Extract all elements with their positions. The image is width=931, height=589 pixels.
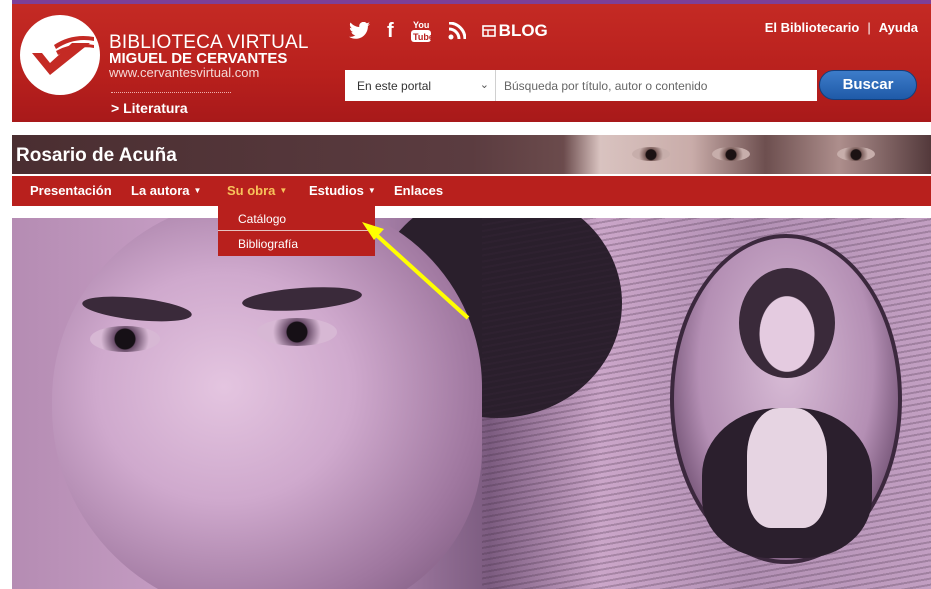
dropdown-item-catalogo[interactable]: Catálogo xyxy=(218,207,375,231)
main-nav: Presentación La autora ▼ Su obra ▼ Estud… xyxy=(12,176,931,206)
blog-label: BLOG xyxy=(498,21,548,40)
caret-down-icon: ▼ xyxy=(193,186,202,195)
blog-link[interactable]: BLOG xyxy=(481,21,548,41)
youtube-icon[interactable]: You Tube xyxy=(410,19,432,43)
brand-line2: MIGUEL DE CERVANTES xyxy=(109,50,288,67)
social-links: f You Tube BLOG xyxy=(349,18,548,44)
caret-down-icon: ▼ xyxy=(367,186,376,195)
hero-eye-left xyxy=(90,326,160,352)
nav-item-label: Estudios xyxy=(309,183,364,198)
nav-item-label: Enlaces xyxy=(394,183,444,198)
author-banner: Rosario de Acuña xyxy=(12,135,931,174)
top-links: El Bibliotecario | Ayuda xyxy=(765,20,918,35)
top-links-separator: | xyxy=(867,20,871,35)
nav-item-su-obra[interactable]: Su obra ▼ xyxy=(227,183,287,198)
twitter-icon[interactable] xyxy=(349,22,371,40)
hero-face-shape xyxy=(52,218,482,589)
svg-text:You: You xyxy=(413,20,429,30)
ayuda-link[interactable]: Ayuda xyxy=(879,20,918,35)
site-logo[interactable] xyxy=(20,15,100,95)
bibliotecario-link[interactable]: El Bibliotecario xyxy=(765,20,860,35)
caret-down-icon: ▼ xyxy=(279,186,288,195)
hero-image xyxy=(12,218,931,589)
nav-item-enlaces[interactable]: Enlaces xyxy=(394,183,443,198)
brand-text[interactable]: BIBLIOTECA VIRTUAL MIGUEL DE CERVANTES w… xyxy=(109,33,309,80)
banner-eye-right xyxy=(837,147,875,161)
portrait-head xyxy=(739,268,835,378)
hero-eye-right xyxy=(257,318,337,346)
nav-item-la-autora[interactable]: La autora ▼ xyxy=(131,183,201,198)
nav-item-label: Su obra xyxy=(227,183,276,198)
facebook-icon[interactable]: f xyxy=(387,21,394,41)
su-obra-dropdown: Catálogo Bibliografía xyxy=(218,205,375,256)
banner-eye-center xyxy=(712,147,750,161)
nav-item-presentacion[interactable]: Presentación xyxy=(30,183,112,198)
book-logo-icon xyxy=(32,36,94,75)
search-input[interactable] xyxy=(496,70,817,101)
svg-text:Tube: Tube xyxy=(413,32,432,42)
page-title: Rosario de Acuña xyxy=(16,145,177,166)
banner-eye-left xyxy=(632,147,670,161)
dropdown-item-bibliografia[interactable]: Bibliografía xyxy=(218,232,375,256)
brand-divider xyxy=(111,92,231,93)
chevron-down-icon: ⌄ xyxy=(479,79,489,91)
search-scope-select[interactable]: En este portal ⌄ xyxy=(345,70,496,101)
blog-icon xyxy=(481,25,496,37)
search-button[interactable]: Buscar xyxy=(819,70,917,100)
rss-icon[interactable] xyxy=(448,22,466,40)
nav-item-estudios[interactable]: Estudios ▼ xyxy=(309,183,376,198)
search-scope-value: En este portal xyxy=(357,79,432,93)
nav-item-label: La autora xyxy=(131,183,190,198)
portrait-collar xyxy=(747,408,827,528)
brand-url: www.cervantesvirtual.com xyxy=(109,65,260,80)
site-header: BIBLIOTECA VIRTUAL MIGUEL DE CERVANTES w… xyxy=(12,4,931,122)
literatura-link[interactable]: > Literatura xyxy=(111,100,188,116)
nav-item-label: Presentación xyxy=(30,183,112,198)
